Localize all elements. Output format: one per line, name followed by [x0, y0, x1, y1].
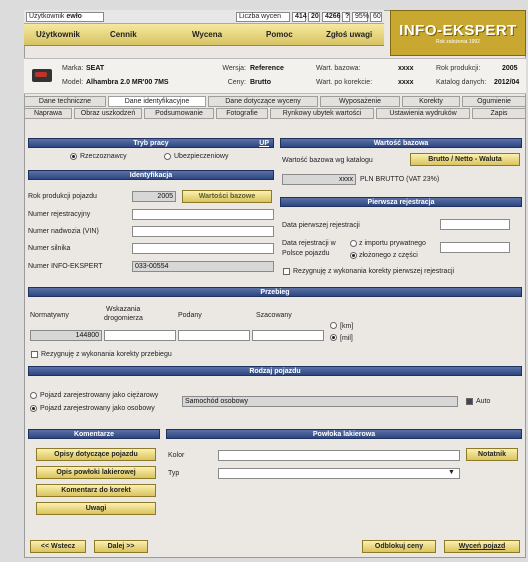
base-value: xxxx	[398, 65, 414, 72]
prices-value: Brutto	[250, 79, 271, 86]
tab-damage[interactable]: Obraz uszkodzeń	[74, 108, 142, 119]
ident-header: Identyfikacja	[28, 170, 274, 180]
chevron-down-icon[interactable]: ▼	[448, 469, 455, 476]
value-vehicle-button[interactable]: Wyceń pojazd	[444, 540, 520, 553]
mileage-normative-field: 144800	[30, 330, 102, 341]
truck-reg-radio[interactable]	[30, 392, 37, 399]
quotes-count-1: 414	[292, 12, 307, 22]
tab-identification[interactable]: Dane identyfikacyjne	[108, 96, 206, 107]
auto-checkbox[interactable]	[466, 398, 473, 405]
passenger-reg-radio[interactable]	[30, 405, 37, 412]
version-value: Reference	[250, 65, 284, 72]
user-box: Użytkownik ewło	[26, 12, 104, 22]
tab-market-loss[interactable]: Rynkowy ubytek wartości	[270, 108, 374, 119]
model-value: Alhambra 2.0 MR'00 7MS	[86, 79, 169, 86]
engine-number-field[interactable]	[132, 243, 274, 254]
mode-header: Tryb pracy UP	[28, 138, 274, 148]
mileage-odometer-field[interactable]	[104, 330, 176, 341]
corr-value: xxxx	[398, 79, 414, 86]
menu-valuation[interactable]: Wycena	[192, 30, 222, 39]
main-menu: Użytkownik Cennik Wycena Pomoc Zgłoś uwa…	[24, 24, 384, 46]
registration-number-field[interactable]	[132, 209, 274, 220]
car-icon	[32, 69, 52, 82]
remarks-button[interactable]: Uwagi	[36, 502, 156, 515]
status-bar: Użytkownik ewło Liczba wycen 414 20 4266…	[24, 10, 384, 24]
base-values-button[interactable]: Wartości bazowe	[182, 190, 272, 203]
base-value-field: xxxx	[282, 174, 356, 185]
mode-expert-radio[interactable]	[70, 153, 77, 160]
menu-report[interactable]: Zgłoś uwagi	[326, 30, 372, 39]
mileage-given-field[interactable]	[178, 330, 250, 341]
paint-type-select[interactable]	[218, 468, 460, 479]
quotes-count-3: 4266	[322, 12, 341, 22]
menu-help[interactable]: Pomoc	[266, 30, 293, 39]
help-question-icon[interactable]: ?	[342, 12, 350, 22]
production-year-field[interactable]: 2005	[132, 191, 176, 202]
tab-tyres[interactable]: Ogumienie	[462, 96, 526, 107]
vehicle-description-button[interactable]: Opisy dotyczące pojazdu	[36, 448, 156, 461]
tab-corrections[interactable]: Korekty	[402, 96, 460, 107]
paint-header: Powłoka lakierowa	[166, 429, 522, 439]
tab-save[interactable]: Zapis	[472, 108, 526, 119]
quotes-count-2: 20	[308, 12, 320, 22]
make-value: SEAT	[86, 65, 105, 72]
info-ekspert-number-field[interactable]: 033-00554	[132, 261, 274, 272]
brutto-netto-button[interactable]: Brutto / Netto - Waluta	[410, 153, 520, 166]
logo: INFO-EKSPERT Rok założenia 1992	[390, 10, 526, 56]
production-year: 2005	[502, 65, 518, 72]
mode-insurance-radio[interactable]	[164, 153, 171, 160]
mileage-estimated-field[interactable]	[252, 330, 324, 341]
corrections-comment-button[interactable]: Komentarz do korekt	[36, 484, 156, 497]
first-reg-date-field[interactable]	[440, 219, 510, 230]
quotes-count-4: 60	[370, 12, 382, 22]
base-value-header: Wartość bazowa	[280, 138, 522, 148]
first-reg-resign-checkbox[interactable]	[283, 268, 290, 275]
back-button[interactable]: << Wstecz	[30, 540, 86, 553]
quotes-label: Liczba wycen	[236, 12, 290, 22]
tab-technical[interactable]: Dane techniczne	[24, 96, 106, 107]
menu-user[interactable]: Użytkownik	[36, 30, 80, 39]
vehicle-type-header: Rodzaj pojazdu	[28, 366, 522, 376]
tab-print-settings[interactable]: Ustawienia wydruków	[376, 108, 470, 119]
poland-reg-date-field[interactable]	[440, 242, 510, 253]
unlock-prices-button[interactable]: Odblokuj ceny	[362, 540, 436, 553]
catalog-version: 2012/04	[494, 79, 520, 86]
mileage-header: Przebieg	[28, 287, 522, 297]
unit-km-radio[interactable]	[330, 322, 337, 329]
vin-field[interactable]	[132, 226, 274, 237]
comments-header: Komentarze	[28, 429, 160, 439]
notebook-button[interactable]: Notatnik	[466, 448, 518, 461]
vehicle-type-field[interactable]: Samochód osobowy	[182, 396, 458, 407]
paint-color-field[interactable]	[218, 450, 460, 461]
tab-photos[interactable]: Fotografie	[216, 108, 268, 119]
quotes-percent: 95%	[352, 12, 369, 22]
unit-mil-radio[interactable]	[330, 334, 337, 341]
paint-description-button[interactable]: Opis powłoki lakierowej	[36, 466, 156, 479]
menu-price[interactable]: Cennik	[110, 30, 137, 39]
tabs: Dane techniczne Dane identyfikacyjne Dan…	[24, 96, 526, 122]
mileage-resign-checkbox[interactable]	[31, 351, 38, 358]
up-link[interactable]: UP	[259, 139, 269, 149]
tab-equipment[interactable]: Wyposażenie	[320, 96, 400, 107]
first-reg-header: Pierwsza rejestracja	[280, 197, 522, 207]
assembled-radio[interactable]	[350, 252, 357, 259]
tab-repair[interactable]: Naprawa	[24, 108, 72, 119]
next-button[interactable]: Dalej >>	[94, 540, 148, 553]
tab-valuation-data[interactable]: Dane dotyczące wyceny	[208, 96, 318, 107]
tab-summary[interactable]: Podsumowanie	[144, 108, 214, 119]
vehicle-info-bar: Marka: SEAT Model: Alhambra 2.0 MR'00 7M…	[24, 58, 526, 94]
private-import-radio[interactable]	[350, 240, 357, 247]
